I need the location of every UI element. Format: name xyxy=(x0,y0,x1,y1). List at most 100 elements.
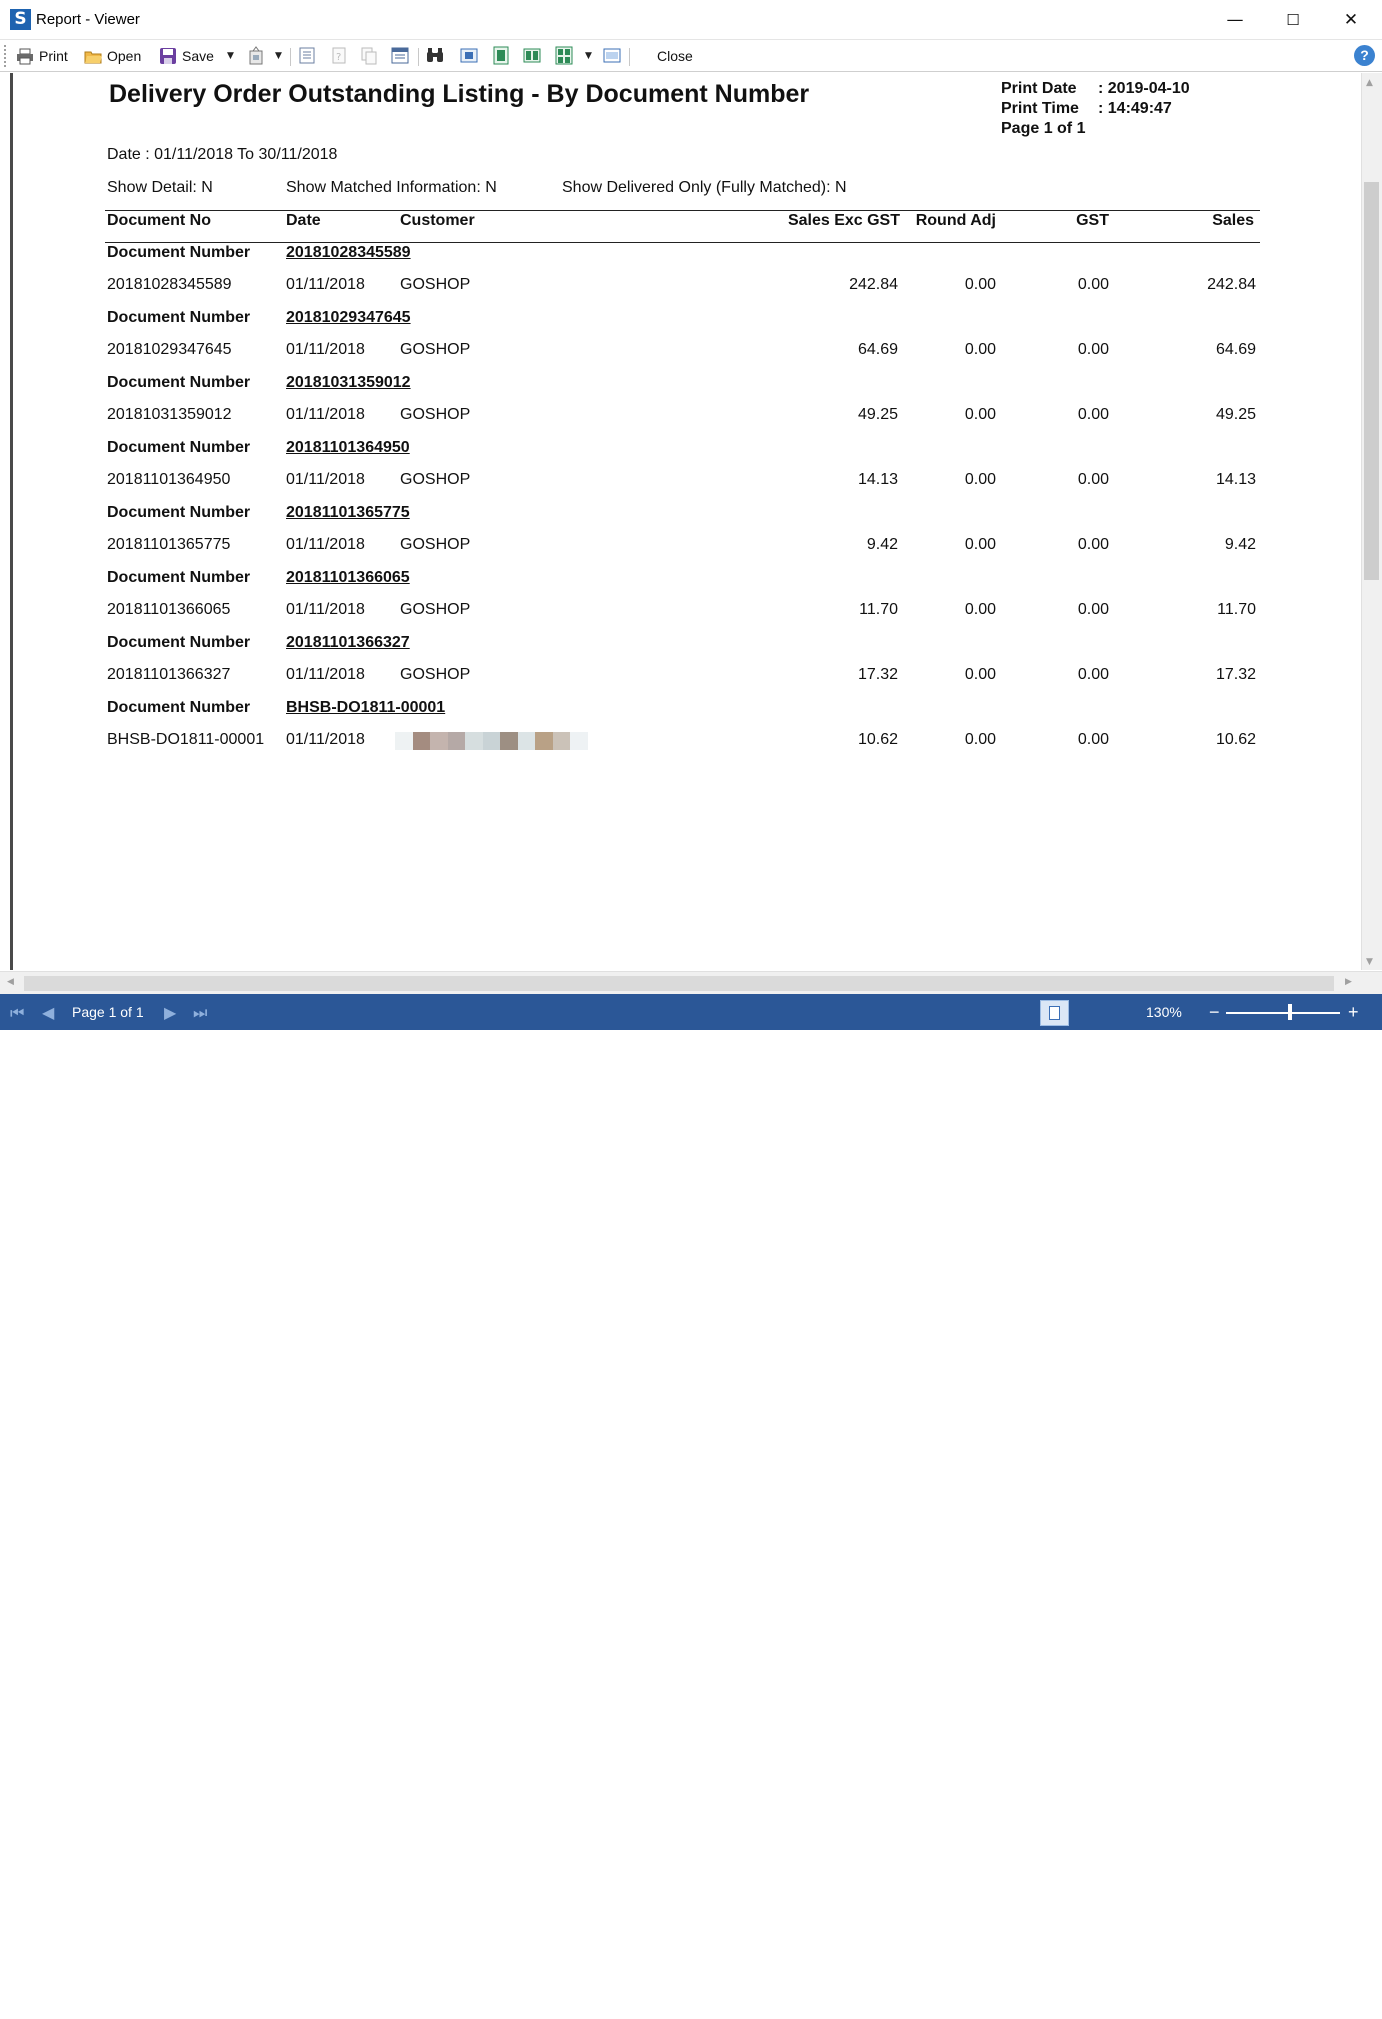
export-icon[interactable] xyxy=(247,46,265,65)
group-label: Document Number xyxy=(107,569,251,586)
maximize-button[interactable]: ☐ xyxy=(1264,0,1322,40)
group-doc-number-link[interactable]: 20181101365775 xyxy=(286,504,410,522)
minimize-button[interactable]: — xyxy=(1206,0,1264,40)
col-header-customer: Customer xyxy=(400,212,475,229)
scroll-left-icon[interactable]: ◀ xyxy=(7,977,14,987)
cell-sales: 242.84 xyxy=(1207,276,1256,293)
redacted-customer-pixel xyxy=(570,732,588,750)
page-indicator: Page 1 of 1 xyxy=(72,1004,144,1020)
zoom-in-icon[interactable]: + xyxy=(1348,994,1359,1030)
document-map-icon[interactable] xyxy=(298,46,316,65)
cell-sales: 10.62 xyxy=(1215,731,1256,748)
find-binoculars-icon[interactable] xyxy=(426,46,444,65)
cell-doc-no: 20181029347645 xyxy=(107,341,232,358)
cell-doc-no: 20181101365775 xyxy=(107,536,231,553)
prev-page-icon[interactable]: ◀ xyxy=(42,1003,54,1022)
open-label: Open xyxy=(107,48,142,64)
single-page-mode-icon[interactable] xyxy=(1040,1000,1069,1026)
cell-sales-exc-gst: 64.69 xyxy=(857,341,898,358)
group-label: Document Number xyxy=(107,439,251,456)
header-bottom-rule xyxy=(105,242,1260,243)
multi-page-view-icon[interactable] xyxy=(555,46,573,65)
col-header-round-adj: Round Adj xyxy=(915,212,996,229)
cell-round-adj: 0.00 xyxy=(964,601,996,618)
last-page-icon[interactable]: ⏭ xyxy=(193,1003,207,1023)
group-doc-number-link[interactable]: 20181101366327 xyxy=(286,634,410,652)
redacted-customer-pixel xyxy=(447,732,466,750)
view-dropdown-chevron-icon[interactable]: ▼ xyxy=(585,51,592,61)
copy-page-icon[interactable] xyxy=(360,46,378,65)
svg-text:?: ? xyxy=(336,52,341,63)
cell-customer: GOSHOP xyxy=(400,276,471,293)
cell-date: 01/11/2018 xyxy=(286,601,365,618)
cell-sales-exc-gst: 11.70 xyxy=(859,601,898,618)
cell-customer: GOSHOP xyxy=(400,406,471,423)
page-width-view-icon[interactable] xyxy=(492,46,510,65)
open-folder-icon xyxy=(84,51,102,64)
save-dropdown-chevron-icon[interactable]: ▼ xyxy=(227,51,234,61)
open-button[interactable]: Open xyxy=(84,44,141,68)
cell-round-adj: 0.00 xyxy=(964,276,996,293)
export-dropdown-chevron-icon[interactable]: ▼ xyxy=(275,51,282,61)
window-title: Report - Viewer xyxy=(36,11,140,28)
group-label: Document Number xyxy=(107,634,251,651)
scroll-down-icon[interactable]: ▼ xyxy=(1366,957,1373,967)
cell-date: 01/11/2018 xyxy=(286,341,365,358)
cell-sales: 49.25 xyxy=(1215,406,1256,423)
cell-date: 01/11/2018 xyxy=(286,666,365,683)
scroll-up-icon[interactable]: ▲ xyxy=(1366,78,1373,88)
cell-sales: 11.70 xyxy=(1217,601,1256,618)
cell-doc-no: 20181101366327 xyxy=(107,666,231,683)
col-header-date: Date xyxy=(286,212,321,229)
zoom-level: 130% xyxy=(1146,1004,1182,1020)
group-label: Document Number xyxy=(107,699,251,716)
cell-gst: 0.00 xyxy=(1077,731,1109,748)
first-page-icon[interactable]: ⏮ xyxy=(10,1003,24,1023)
cell-sales: 17.32 xyxy=(1215,666,1256,683)
scroll-right-icon[interactable]: ▶ xyxy=(1345,977,1352,987)
group-doc-number-link[interactable]: BHSB-DO1811-00001 xyxy=(286,699,445,717)
cell-sales-exc-gst: 49.25 xyxy=(857,406,898,423)
cell-gst: 0.00 xyxy=(1077,536,1109,553)
cell-round-adj: 0.00 xyxy=(964,406,996,423)
continuous-view-icon[interactable] xyxy=(1076,2003,1090,2019)
print-button[interactable]: Print xyxy=(16,44,68,68)
cell-sales: 14.13 xyxy=(1215,471,1256,488)
group-doc-number-link[interactable]: 20181028345589 xyxy=(286,244,411,262)
save-button[interactable]: Save xyxy=(159,44,214,68)
cell-customer: GOSHOP xyxy=(400,471,471,488)
close-report-button[interactable]: Close xyxy=(657,44,693,68)
close-window-button[interactable]: ✕ xyxy=(1322,0,1380,40)
zoom-out-icon[interactable]: − xyxy=(1209,994,1220,1030)
show-matched-filter: Show Matched Information: N xyxy=(286,179,497,196)
toolbar: Print Open Save ▼ ▼ ? ▼ Close xyxy=(0,40,1382,72)
single-page-view-icon[interactable] xyxy=(460,46,478,65)
app-logo-icon: S xyxy=(10,9,31,30)
page-setup-icon[interactable] xyxy=(391,46,409,65)
save-label: Save xyxy=(182,48,214,64)
horizontal-scroll-thumb[interactable] xyxy=(24,976,1334,991)
vertical-scroll-thumb[interactable] xyxy=(1364,182,1379,580)
help-icon[interactable]: ? xyxy=(1354,45,1375,66)
two-page-view-icon[interactable] xyxy=(523,46,541,65)
zoom-slider[interactable] xyxy=(1226,1012,1340,1014)
grid-view-icon[interactable] xyxy=(1104,2003,1120,2019)
cell-doc-no: 20181101366065 xyxy=(107,601,231,618)
cell-sales-exc-gst: 10.62 xyxy=(857,731,898,748)
print-icon xyxy=(17,48,33,65)
toolbar-grip[interactable] xyxy=(4,45,7,67)
cell-gst: 0.00 xyxy=(1077,601,1109,618)
group-doc-number-link[interactable]: 20181031359012 xyxy=(286,374,411,392)
status-bar: ⏮ ◀ Page 1 of 1 ▶ ⏭ 130% − + xyxy=(0,994,1382,2018)
cell-doc-no: BHSB-DO1811-00001 xyxy=(107,731,265,748)
show-delivered-filter: Show Delivered Only (Fully Matched): N xyxy=(562,179,847,196)
cell-round-adj: 0.00 xyxy=(964,666,996,683)
col-header-sales: Sales xyxy=(1212,212,1254,229)
group-doc-number-link[interactable]: 20181029347645 xyxy=(286,309,411,327)
group-doc-number-link[interactable]: 20181101364950 xyxy=(286,439,410,457)
next-page-icon[interactable]: ▶ xyxy=(164,1003,176,1022)
group-doc-number-link[interactable]: 20181101366065 xyxy=(286,569,410,587)
full-screen-icon[interactable] xyxy=(603,46,621,65)
zoom-slider-thumb[interactable] xyxy=(1288,1004,1292,1020)
parameters-icon[interactable]: ? xyxy=(330,46,348,65)
